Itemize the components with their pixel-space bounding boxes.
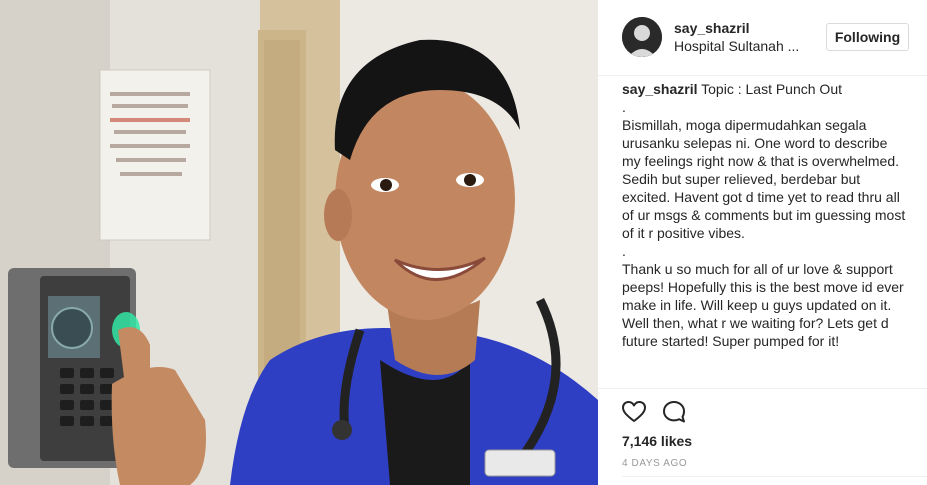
caption-paragraph: Thank u so much for all of ur love & sup… [622,261,904,349]
caption-separator: . [622,243,626,259]
avatar-image [622,17,662,57]
following-button[interactable]: Following [826,23,909,51]
comment-bubble-icon [663,401,685,423]
photo-illustration [0,0,598,485]
caption-separator: . [622,99,626,115]
post-photo[interactable] [0,0,598,485]
like-button[interactable] [621,399,647,425]
post-header: say_shazril Hospital Sultanah ... Follow… [598,0,927,76]
caption-paragraph: Bismillah, moga dipermudahkan segala uru… [622,117,906,241]
heart-outline-icon [622,401,646,422]
caption-username[interactable]: say_shazril [622,81,698,97]
header-username[interactable]: say_shazril [674,20,750,36]
avatar[interactable] [622,17,662,57]
caption-first-line: say_shazril Topic : Last Punch Out [622,80,907,98]
likes-count[interactable]: 7,146 likes [622,433,692,449]
post-actions: 7,146 likes 4 DAYS AGO [598,388,927,485]
post-details-panel: say_shazril Hospital Sultanah ... Follow… [598,0,927,485]
divider [622,476,927,477]
comment-button[interactable] [661,399,687,425]
header-location[interactable]: Hospital Sultanah ... [674,38,799,54]
caption-topic: Topic : Last Punch Out [701,81,842,97]
post-caption: say_shazril Topic : Last Punch Out . Bis… [622,80,907,387]
post-timestamp[interactable]: 4 DAYS AGO [622,458,687,469]
